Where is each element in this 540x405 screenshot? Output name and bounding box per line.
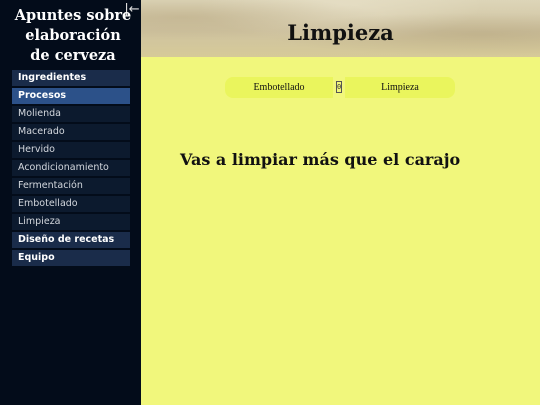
breadcrumb-separator-icon: 0	[336, 81, 342, 93]
sidebar-item-hervido[interactable]: Hervido	[12, 142, 130, 158]
content-heading: Vas a limpiar más que el carajo	[180, 150, 461, 169]
site-title[interactable]: Apuntes sobre elaboración de cerveza	[14, 6, 132, 66]
breadcrumb-item-embotellado[interactable]: Embotellado	[225, 77, 333, 98]
breadcrumb-item-limpieza[interactable]: Limpieza	[345, 77, 455, 98]
sidebar-item-fermentacion[interactable]: Fermentación	[12, 178, 130, 194]
sidebar-item-procesos[interactable]: Procesos	[12, 88, 130, 104]
sidebar-item-acondicionamiento[interactable]: Acondicionamiento	[12, 160, 130, 176]
sidebar-nav: Ingredientes Procesos Molienda Macerado …	[12, 70, 130, 268]
sidebar-item-equipo[interactable]: Equipo	[12, 250, 130, 266]
sidebar-item-limpieza[interactable]: Limpieza	[12, 214, 130, 230]
sidebar-item-macerado[interactable]: Macerado	[12, 124, 130, 140]
sidebar-item-diseno-de-recetas[interactable]: Diseño de recetas	[12, 232, 130, 248]
sidebar: |← Apuntes sobre elaboración de cerveza …	[0, 0, 141, 405]
page-header: Limpieza	[141, 0, 540, 57]
sidebar-item-molienda[interactable]: Molienda	[12, 106, 130, 122]
sidebar-item-ingredientes[interactable]: Ingredientes	[12, 70, 130, 86]
page-title: Limpieza	[287, 20, 394, 45]
sidebar-item-embotellado[interactable]: Embotellado	[12, 196, 130, 212]
